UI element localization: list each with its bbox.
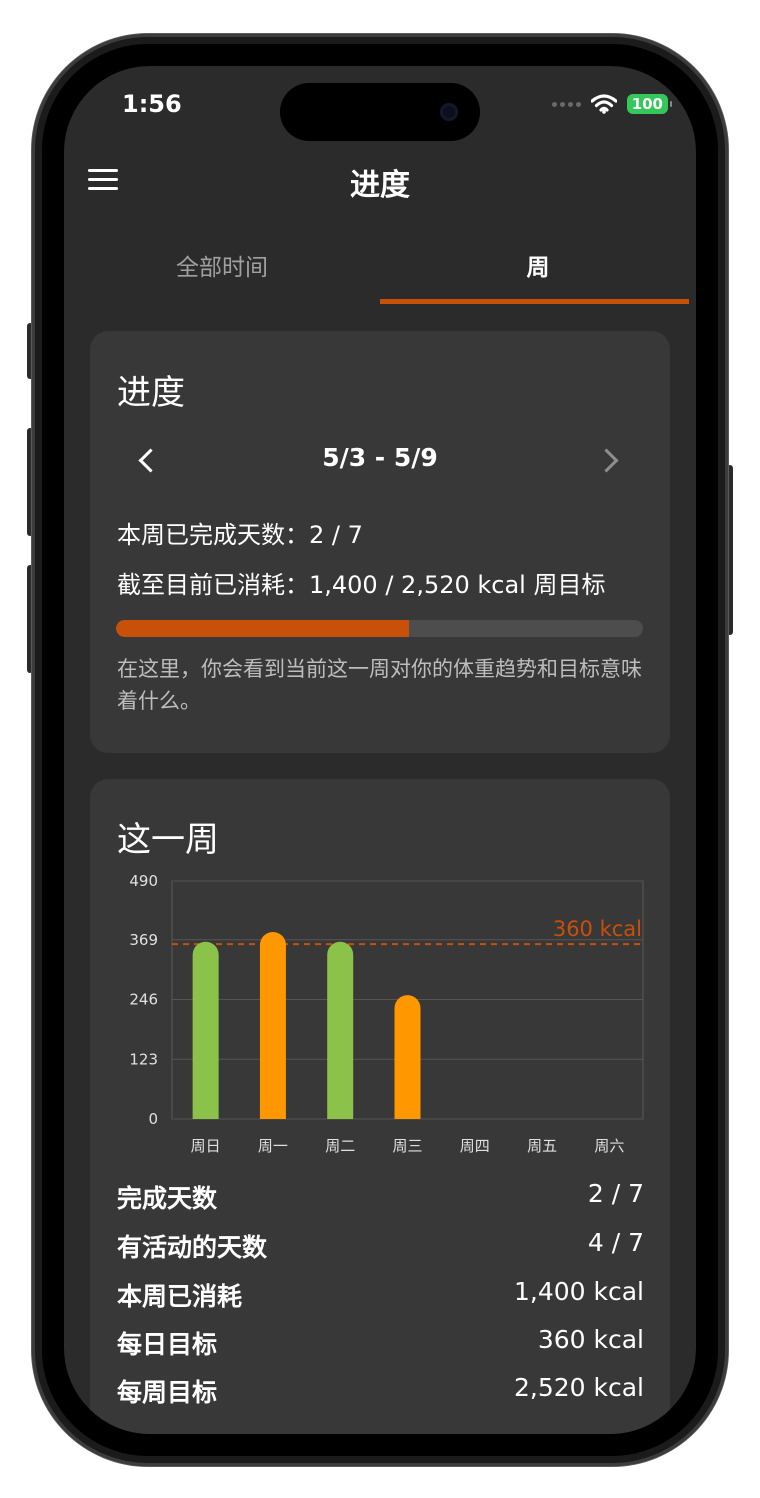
- chart-x-tick-label: 周六: [594, 1137, 624, 1155]
- chart-bar: [259, 932, 286, 1119]
- tab-all-time[interactable]: 全部时间: [64, 248, 380, 282]
- progress-description: 在这里，你会看到当前这一周对你的体重趋势和目标意味着什么。: [117, 657, 642, 713]
- status-time: 1:56: [122, 90, 182, 118]
- chart-bar: [192, 941, 219, 1119]
- wifi-icon: [590, 94, 617, 114]
- stat-value: 2 / 7: [587, 1179, 644, 1208]
- dynamic-island: [280, 83, 480, 141]
- stat-row-week-consumed: 本周已消耗 1,400 kcal: [117, 1277, 644, 1313]
- chart-y-tick-label: 0: [148, 1110, 158, 1128]
- stat-label: 本周已消耗: [117, 1282, 243, 1311]
- battery-icon: 100: [626, 94, 673, 114]
- cellular-signal-icon: [551, 101, 581, 107]
- week-navigator: 5/3 - 5/9: [90, 437, 670, 477]
- weekly-progress-fill: [116, 620, 409, 637]
- stat-row-weekly-goal: 每周目标 2,520 kcal: [117, 1373, 644, 1409]
- weekly-bar-chart: 0 123 246 369 490 360 kcal 周日 周一 周二 周三 周四 周五 周六: [129, 872, 644, 1155]
- tab-week[interactable]: 周: [380, 248, 696, 282]
- stat-label: 每日目标: [117, 1330, 218, 1359]
- stat-label: 有活动的天数: [117, 1233, 268, 1262]
- chart-y-tick-label: 369: [129, 931, 158, 949]
- chart-x-tick-label: 周一: [258, 1137, 288, 1155]
- week-card: 这一周 0 123 246 369 490 360 kcal 周日 周一 周二 周三 周四 周五 周六 …: [90, 779, 670, 1434]
- chart-x-tick-label: 周日: [191, 1137, 221, 1155]
- days-completed-text: 本周已完成天数：2 / 7: [117, 521, 363, 549]
- stat-row-daily-goal: 每日目标 360 kcal: [117, 1325, 644, 1361]
- chart-y-tick-label: 123: [129, 1050, 158, 1068]
- stat-value: 2,520 kcal: [513, 1373, 644, 1402]
- chart-bar: [394, 995, 421, 1119]
- tab-selected-indicator: [380, 299, 689, 304]
- stat-label: 每周目标: [117, 1378, 218, 1407]
- week-card-title: 这一周: [117, 820, 219, 860]
- chart-x-tick-label: 周四: [460, 1137, 490, 1155]
- chart-y-tick-label: 246: [129, 991, 158, 1009]
- chart-bar: [327, 941, 354, 1119]
- progress-card-title: 进度: [117, 373, 185, 413]
- status-icons: 100: [551, 94, 673, 114]
- stat-value: 360 kcal: [537, 1325, 644, 1354]
- stat-value: 4 / 7: [587, 1228, 644, 1257]
- camera-icon: [440, 103, 458, 121]
- progress-card: 进度 5/3 - 5/9 本周已完成天数：2 / 7 截至目前已消耗：1,400…: [90, 331, 670, 753]
- stat-value: 1,400 kcal: [513, 1277, 644, 1306]
- chart-y-tick-label: 490: [129, 872, 158, 890]
- stat-row-active-days: 有活动的天数 4 / 7: [117, 1228, 644, 1264]
- chart-x-tick-label: 周五: [527, 1137, 557, 1155]
- chart-x-tick-label: 周二: [325, 1137, 355, 1155]
- stat-label: 完成天数: [117, 1184, 218, 1213]
- week-range: 5/3 - 5/9: [322, 443, 438, 472]
- consumed-text: 截至目前已消耗：1,400 / 2,520 kcal 周目标: [117, 571, 606, 599]
- stat-row-completed-days: 完成天数 2 / 7: [117, 1179, 644, 1215]
- app-screen: 1:56 100 进度 全部时间 周 进度 5/3 - 5/9 本周已完成天数：…: [64, 66, 696, 1434]
- weekly-progress-bar: [116, 620, 643, 637]
- page-title: 进度: [350, 168, 410, 203]
- chart-x-tick-label: 周三: [392, 1137, 422, 1155]
- chart-goal-label: 360 kcal: [553, 917, 642, 941]
